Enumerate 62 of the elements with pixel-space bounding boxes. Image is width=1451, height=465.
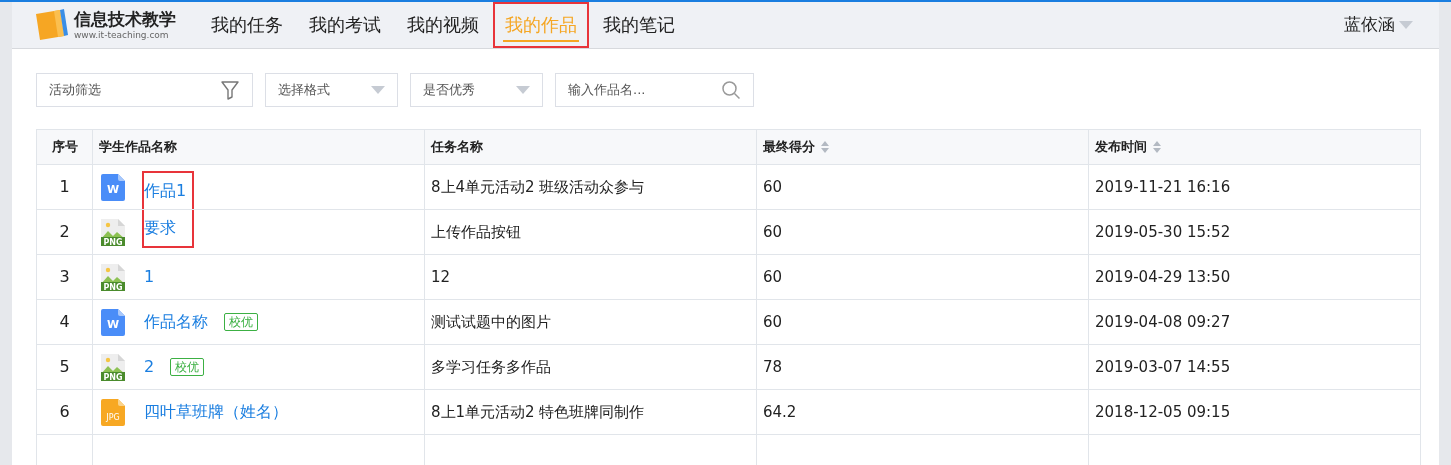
nav-tab[interactable]: 我的笔记 [591, 2, 687, 48]
search-icon [721, 80, 741, 100]
image-file-icon: PNG [101, 353, 125, 381]
caret-icon [516, 86, 530, 94]
caret-icon [1399, 21, 1413, 29]
table-cell: 5 [36, 344, 93, 390]
table-cell: 60 [756, 254, 1089, 300]
work-name-link[interactable]: 作品名称 [142, 303, 210, 341]
work-name-link[interactable]: 要求 [142, 210, 194, 248]
column-header[interactable]: 最终得分 [756, 129, 1089, 165]
table-cell: 8上4单元活动2 班级活动众参与 [424, 164, 757, 210]
work-name-link[interactable]: 四叶草班牌（姓名） [142, 393, 290, 431]
table-cell: 2019-04-29 13:50 [1088, 254, 1421, 300]
table-cell: 64.2 [756, 389, 1089, 435]
column-header: 任务名称 [424, 129, 757, 165]
select-dropdown[interactable]: 是否优秀 [410, 73, 543, 107]
nav-tab[interactable]: 我的任务 [199, 2, 295, 48]
table-cell: 60 [756, 209, 1089, 255]
logo-subtitle: www.it-teaching.com [74, 30, 170, 40]
table-cell: 上传作品按钮 [424, 209, 757, 255]
caret-icon [371, 86, 385, 94]
logo-title: 信息技术教学 [74, 10, 176, 28]
image-file-icon: PNG [101, 218, 125, 246]
excellence-tag: 校优 [170, 358, 205, 376]
table-cell: 60 [756, 164, 1089, 210]
table-cell: 2019-04-08 09:27 [1088, 299, 1421, 345]
document-icon: W [101, 173, 125, 201]
nav-tab[interactable]: 我的视频 [395, 2, 491, 48]
work-name-link[interactable]: 2 [142, 348, 157, 386]
filter-field[interactable]: 活动筛选 [36, 73, 253, 107]
column-header: 序号 [36, 129, 93, 165]
image-file-icon: PNG [101, 263, 125, 291]
select-dropdown[interactable]: 选择格式 [265, 73, 398, 107]
image-file-icon: JPG [101, 398, 125, 426]
table-cell: 8上1单元活动2 特色班牌同制作 [424, 389, 757, 435]
excellence-tag: 校优 [224, 313, 258, 331]
nav-tab[interactable]: 我的考试 [297, 2, 393, 48]
table-cell: 4 [36, 299, 93, 345]
table-cell: 测试试题中的图片 [424, 299, 757, 345]
table-cell: 6 [36, 389, 93, 435]
sort-icon[interactable] [1153, 141, 1161, 153]
table-cell: 60 [756, 299, 1089, 345]
search-field[interactable]: 输入作品名... [555, 73, 754, 107]
column-header[interactable]: 发布时间 [1088, 129, 1421, 165]
filter-icon [220, 80, 240, 100]
work-name-link[interactable]: 1 [142, 258, 157, 296]
table-cell: 多学习任务多作品 [424, 344, 757, 390]
table-cell: 78 [756, 344, 1089, 390]
table-cell: 1 [36, 164, 93, 210]
table-cell: 2019-03-07 14:55 [1088, 344, 1421, 390]
table-cell: 2 [36, 209, 93, 255]
table-cell: 2019-05-30 15:52 [1088, 209, 1421, 255]
column-header: 学生作品名称 [92, 129, 425, 165]
table-cell: 2019-11-21 16:16 [1088, 164, 1421, 210]
table-cell: 12 [424, 254, 757, 300]
table-cell: 3 [36, 254, 93, 300]
document-icon: W [101, 308, 125, 336]
work-name-link[interactable]: 作品1 [142, 171, 194, 209]
logo-icon [34, 8, 68, 42]
sort-icon[interactable] [821, 141, 829, 153]
user-menu[interactable]: 蓝依涵 [1344, 12, 1413, 38]
table-cell: 2018-12-05 09:15 [1088, 389, 1421, 435]
